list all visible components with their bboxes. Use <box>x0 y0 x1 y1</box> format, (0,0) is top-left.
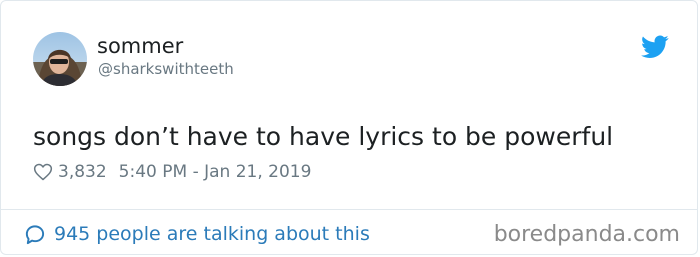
heart-icon[interactable] <box>33 162 53 182</box>
display-name[interactable]: sommer <box>97 33 183 59</box>
like-count[interactable]: 3,832 <box>58 162 107 182</box>
tweet-card: sommer @sharkswithteeth songs don’t have… <box>0 0 698 255</box>
twitter-bird-icon[interactable] <box>641 35 669 59</box>
avatar[interactable] <box>33 32 87 86</box>
avatar-image <box>33 32 87 86</box>
timestamp[interactable]: 5:40 PM - Jan 21, 2019 <box>119 162 312 182</box>
speech-bubble-icon <box>23 223 46 246</box>
user-handle[interactable]: @sharkswithteeth <box>98 59 234 79</box>
watermark: boredpanda.com <box>493 222 680 247</box>
divider <box>1 209 697 210</box>
conversation-link[interactable]: 945 people are talking about this <box>23 221 370 247</box>
tweet-text: songs don’t have to have lyrics to be po… <box>33 122 614 151</box>
tweet-meta: 3,832 5:40 PM - Jan 21, 2019 <box>33 160 311 184</box>
conversation-label: 945 people are talking about this <box>54 223 370 245</box>
